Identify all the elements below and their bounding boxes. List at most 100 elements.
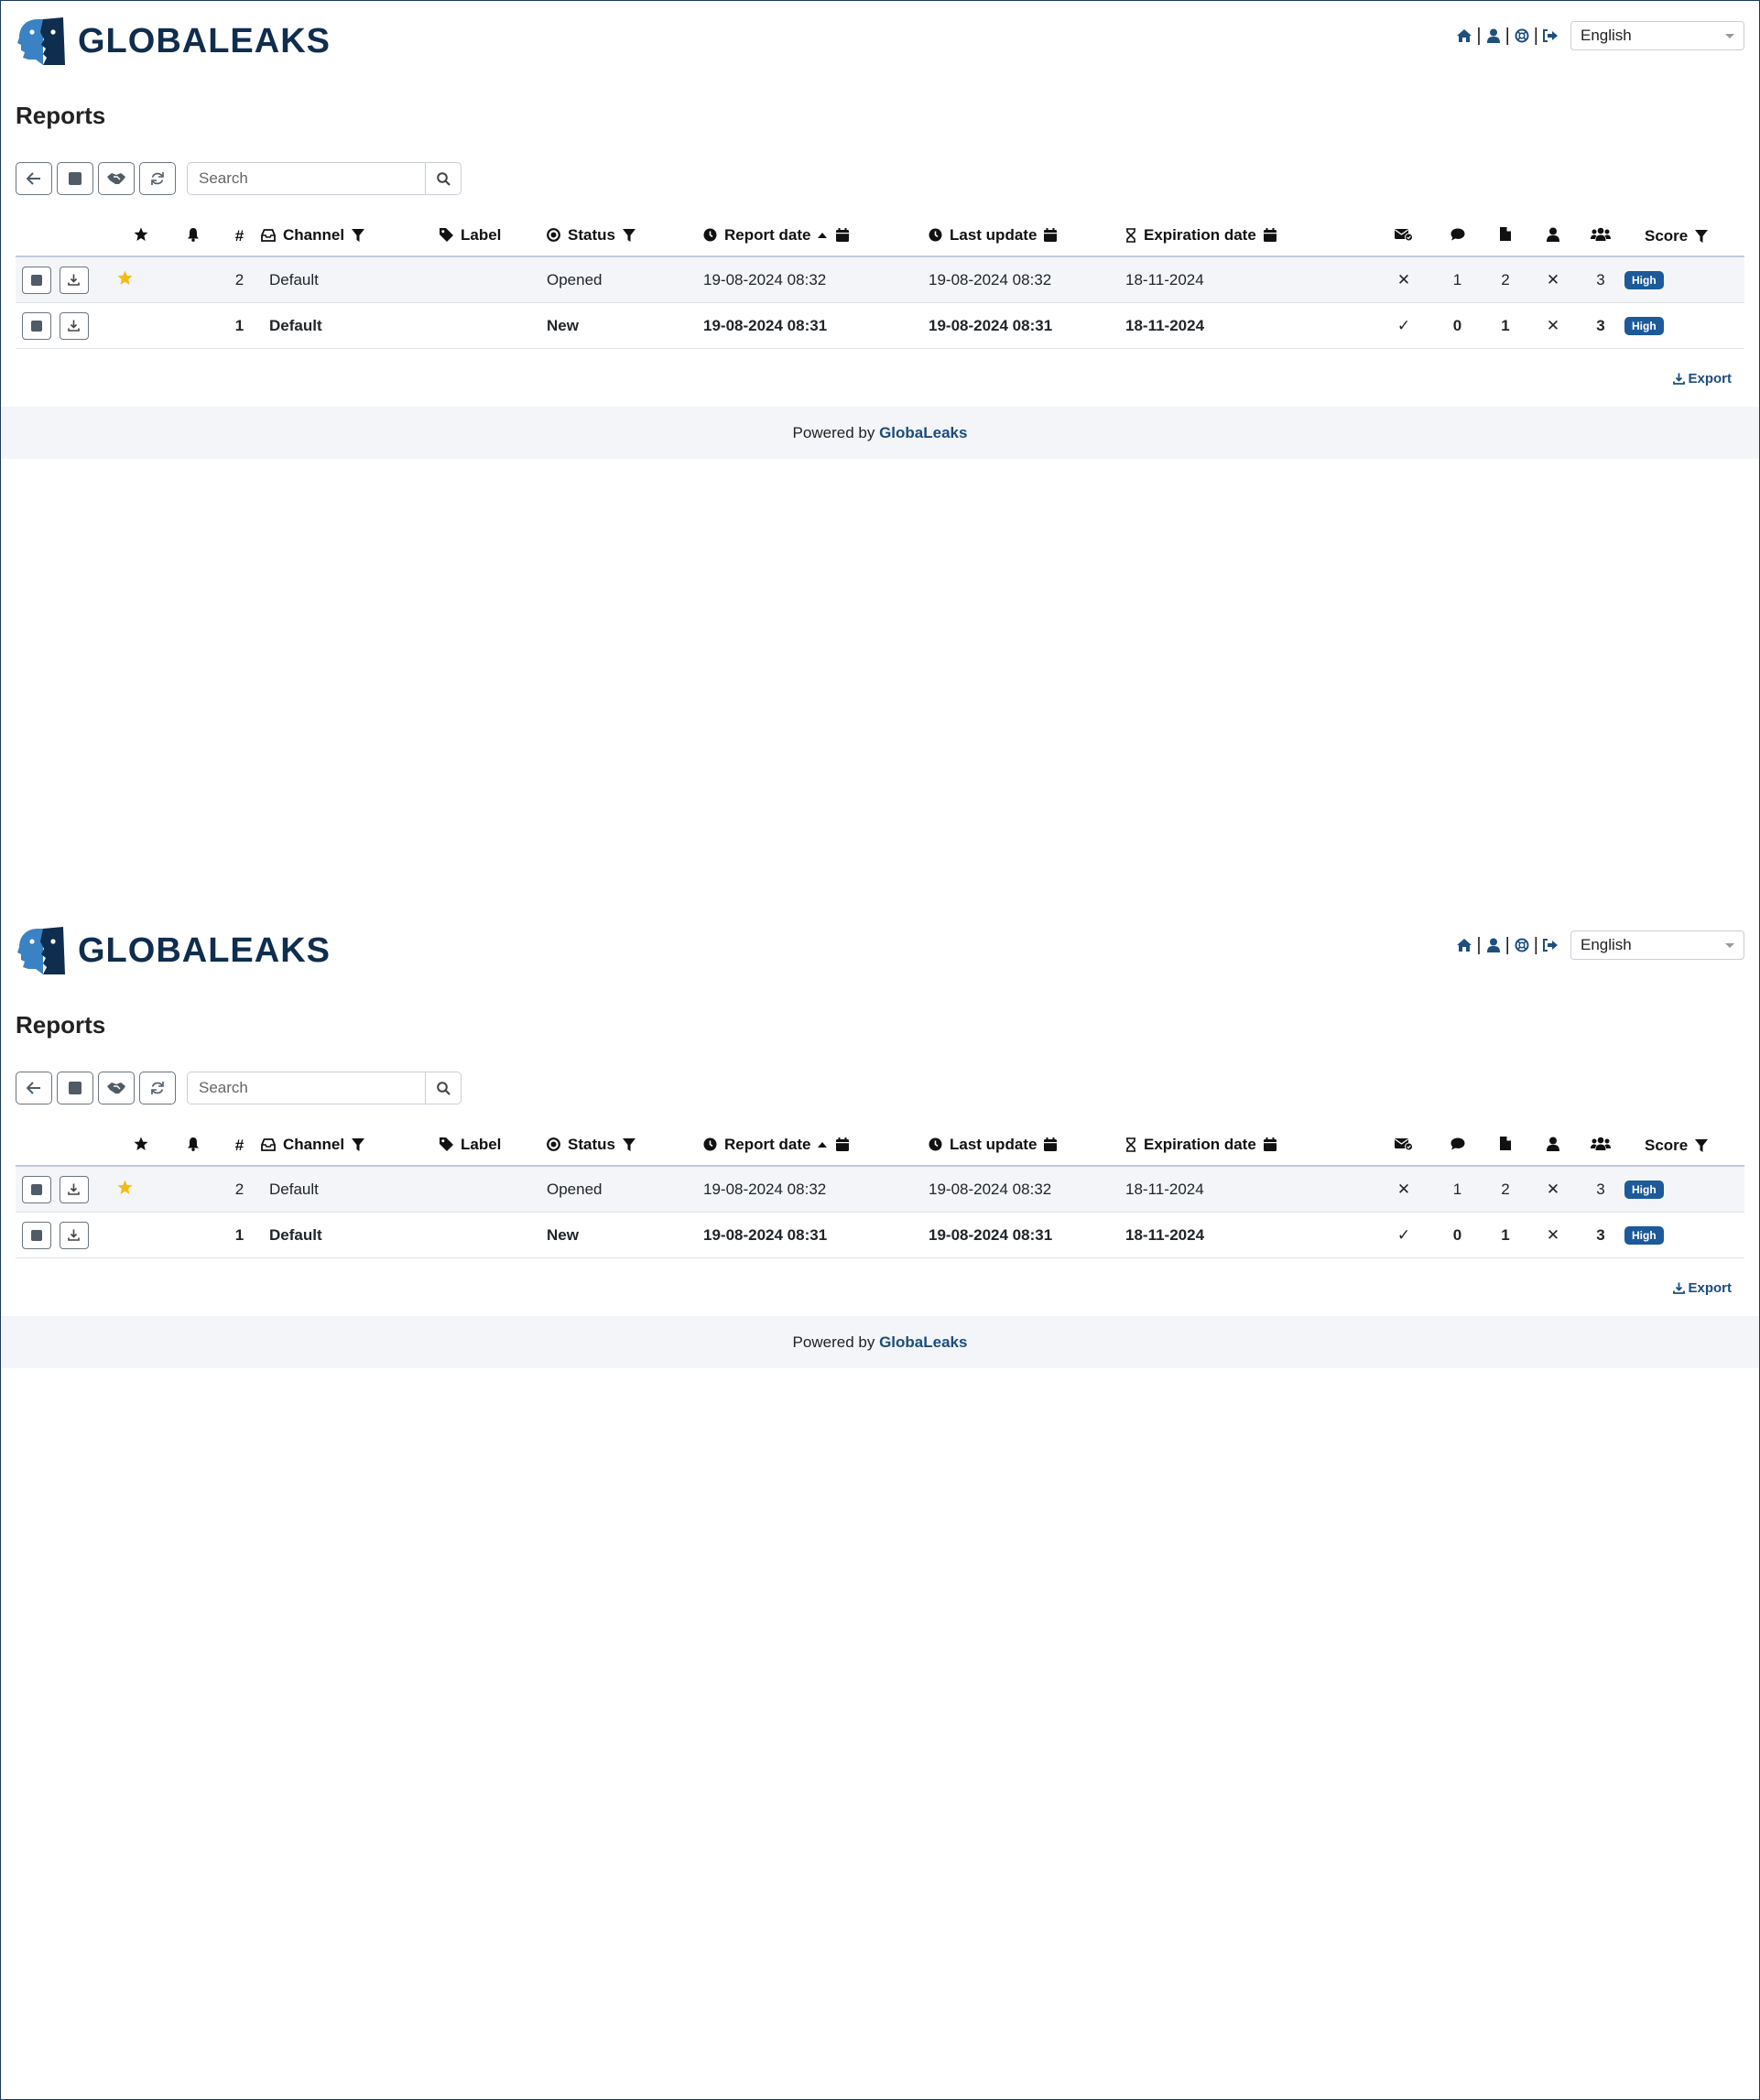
row-comments: 1 — [1433, 1166, 1482, 1213]
logout-icon[interactable] — [1541, 27, 1559, 45]
user-icon[interactable] — [1484, 27, 1503, 45]
back-button[interactable] — [16, 1072, 52, 1104]
header-files[interactable] — [1482, 217, 1529, 257]
header-comments[interactable] — [1433, 1126, 1482, 1167]
inbox-icon — [261, 229, 276, 242]
grant-access-button[interactable] — [98, 162, 135, 195]
header-files[interactable] — [1482, 1126, 1529, 1167]
search-button[interactable] — [425, 162, 462, 195]
search-input[interactable] — [187, 162, 425, 195]
header-report-date[interactable]: Report date — [703, 1126, 929, 1167]
download-row-button[interactable] — [59, 266, 89, 294]
calendar-icon[interactable] — [1263, 1137, 1277, 1151]
header-read[interactable] — [1374, 1126, 1433, 1167]
sort-up-icon[interactable] — [818, 232, 828, 239]
filter-icon[interactable] — [1695, 1139, 1709, 1152]
home-icon[interactable] — [1455, 27, 1473, 45]
row-channel: Default — [261, 302, 440, 349]
header-channel[interactable]: Channel — [261, 1126, 440, 1167]
comment-icon — [1450, 228, 1464, 241]
filter-icon[interactable] — [622, 228, 636, 242]
select-row-button[interactable] — [22, 1175, 51, 1203]
logout-icon[interactable] — [1541, 936, 1559, 954]
score-badge: High — [1624, 1181, 1664, 1199]
search-input[interactable] — [187, 1072, 425, 1104]
header-important[interactable] — [114, 217, 168, 257]
header-last-update[interactable]: Last update — [929, 1126, 1125, 1167]
table-row[interactable]: 2 Default Opened 19-08-2024 08:32 19-08-… — [16, 256, 1744, 303]
header-number[interactable]: # — [218, 217, 261, 257]
header-identity[interactable] — [1529, 217, 1577, 257]
header-notifications[interactable] — [168, 217, 218, 257]
support-icon[interactable] — [1513, 936, 1531, 954]
language-select[interactable]: English — [1570, 21, 1744, 50]
calendar-icon[interactable] — [836, 1137, 850, 1152]
row-important[interactable] — [114, 302, 168, 349]
table-row[interactable]: 1 Default New 19-08-2024 08:31 19-08-202… — [16, 302, 1744, 349]
header-recipients[interactable] — [1577, 1126, 1624, 1167]
header-last-update[interactable]: Last update — [929, 217, 1125, 257]
header-score[interactable]: Score — [1624, 217, 1744, 257]
filter-icon[interactable] — [622, 1137, 636, 1151]
header-label[interactable]: Label — [440, 217, 547, 257]
select-all-button[interactable] — [57, 162, 93, 195]
header-comments[interactable] — [1433, 217, 1482, 257]
filter-icon[interactable] — [1695, 230, 1709, 243]
tag-icon — [440, 228, 453, 243]
reload-button[interactable] — [139, 1072, 176, 1104]
logo[interactable]: GLOBALEAKS — [16, 16, 331, 67]
language-select[interactable]: English — [1570, 930, 1744, 960]
header-notifications[interactable] — [168, 1126, 218, 1167]
top-nav: | | | English — [1455, 930, 1744, 960]
download-row-button[interactable] — [59, 1221, 89, 1249]
filter-icon[interactable] — [352, 229, 365, 242]
filter-icon[interactable] — [352, 1138, 365, 1151]
download-row-button[interactable] — [59, 1175, 89, 1203]
row-spacer — [1342, 1166, 1374, 1213]
header-status[interactable]: Status — [547, 217, 703, 257]
search-button[interactable] — [425, 1072, 462, 1104]
select-all-button[interactable] — [57, 1072, 93, 1104]
calendar-icon[interactable] — [1263, 228, 1277, 242]
table-row[interactable]: 2 Default Opened 19-08-2024 08:32 19-08-… — [16, 1166, 1744, 1213]
top-nav: | | | English — [1455, 21, 1744, 50]
export-button[interactable]: Export — [1673, 1280, 1732, 1296]
header-status[interactable]: Status — [547, 1126, 703, 1167]
header-channel[interactable]: Channel — [261, 217, 440, 257]
select-row-button[interactable] — [22, 311, 51, 340]
calendar-icon[interactable] — [836, 228, 850, 243]
header-identity[interactable] — [1529, 1126, 1577, 1167]
header-expiration-date[interactable]: Expiration date — [1125, 1126, 1342, 1167]
support-icon[interactable] — [1513, 27, 1531, 45]
user-icon[interactable] — [1484, 936, 1503, 954]
export-button[interactable]: Export — [1673, 371, 1732, 386]
logo[interactable]: GLOBALEAKS — [16, 925, 331, 976]
select-row-button[interactable] — [22, 266, 51, 294]
calendar-icon[interactable] — [1044, 228, 1058, 243]
export-label: Export — [1688, 371, 1732, 386]
footer-brand-link[interactable]: GlobaLeaks — [879, 1333, 967, 1351]
reload-button[interactable] — [139, 162, 176, 195]
sort-up-icon[interactable] — [818, 1141, 828, 1148]
row-expiration-date: 18-11-2024 — [1125, 256, 1342, 303]
calendar-icon[interactable] — [1044, 1137, 1058, 1152]
select-row-button[interactable] — [22, 1221, 51, 1249]
row-important[interactable] — [114, 1212, 168, 1258]
table-row[interactable]: 1 Default New 19-08-2024 08:31 19-08-202… — [16, 1212, 1744, 1258]
header-recipients[interactable] — [1577, 217, 1624, 257]
header-score[interactable]: Score — [1624, 1126, 1744, 1167]
header-expiration-date[interactable]: Expiration date — [1125, 217, 1342, 257]
row-important[interactable] — [114, 256, 168, 303]
header-read[interactable] — [1374, 217, 1433, 257]
row-important[interactable] — [114, 1166, 168, 1213]
back-button[interactable] — [16, 162, 52, 195]
header-report-date[interactable]: Report date — [703, 217, 929, 257]
home-icon[interactable] — [1455, 936, 1473, 954]
download-row-button[interactable] — [59, 311, 89, 340]
grant-access-button[interactable] — [98, 1072, 135, 1104]
footer-brand-link[interactable]: GlobaLeaks — [879, 424, 967, 441]
row-score: High — [1624, 256, 1744, 303]
header-label[interactable]: Label — [440, 1126, 547, 1167]
header-important[interactable] — [114, 1126, 168, 1167]
header-number[interactable]: # — [218, 1126, 261, 1167]
